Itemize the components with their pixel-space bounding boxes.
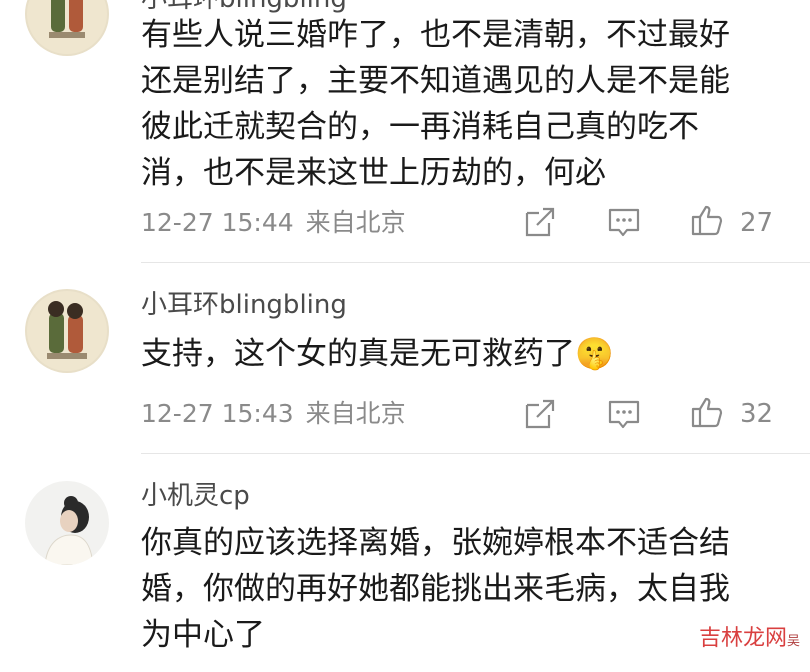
comment-meta: 12-27 15:43 来自北京 (141, 399, 406, 429)
avatar-image (25, 0, 109, 56)
avatar-image (25, 481, 109, 565)
avatar-image (25, 289, 109, 373)
comment-time: 12-27 15:44 (141, 208, 294, 237)
comment-location: 来自北京 (305, 208, 406, 237)
avatar[interactable] (25, 0, 109, 56)
like-count: 27 (740, 208, 774, 238)
share-square-icon[interactable] (523, 205, 557, 239)
avatar[interactable] (25, 481, 109, 565)
comment-time: 12-27 15:43 (141, 399, 294, 428)
divider (141, 453, 810, 454)
comment-meta: 12-27 15:44 来自北京 (141, 208, 406, 238)
comment-bubble-icon[interactable] (607, 397, 641, 431)
like-count: 32 (740, 399, 774, 429)
comment-text: 有些人说三婚咋了，也不是清朝，不过最好还是别结了，主要不知道遇见的人是不是能彼此… (141, 17, 730, 191)
comment-bubble-icon[interactable] (607, 205, 641, 239)
divider (141, 262, 810, 263)
watermark-sub: 吴 (786, 634, 800, 649)
share-square-icon[interactable] (523, 397, 557, 431)
comment-username[interactable]: 小机灵cp (141, 481, 250, 511)
comment-username[interactable]: 小耳环blingbling (141, 290, 347, 320)
comment-location: 来自北京 (305, 399, 406, 428)
comment-text: 你真的应该选择离婚，张婉婷根本不适合结婚，你做的再好她都能挑出来毛病，太自我为中… (141, 525, 730, 653)
avatar[interactable] (25, 289, 109, 373)
watermark-text: 吉林龙网 (698, 626, 787, 651)
comment-text: 支持，这个女的真是无可救药了🤫 (141, 336, 614, 372)
thumbs-up-icon[interactable] (690, 395, 724, 429)
thumbs-up-icon[interactable] (690, 203, 724, 237)
watermark: 吉林龙网吴 (699, 620, 800, 652)
